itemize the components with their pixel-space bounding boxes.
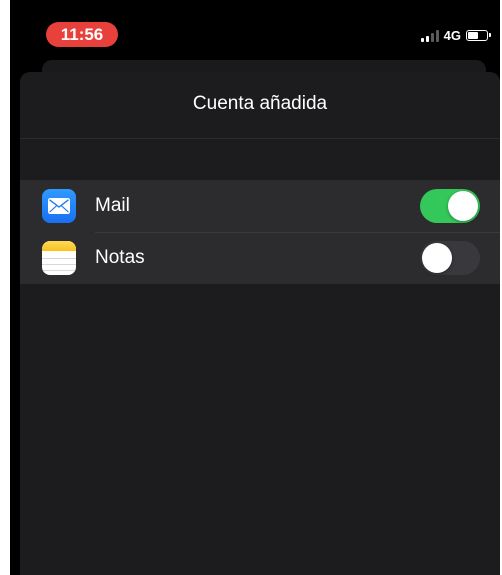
network-type: 4G <box>443 27 461 43</box>
mail-icon <box>42 189 76 223</box>
notes-toggle[interactable] <box>420 241 480 275</box>
notes-icon <box>42 241 76 275</box>
sheet-header: Cuenta añadida <box>20 72 500 139</box>
mail-toggle[interactable] <box>420 189 480 223</box>
phone-screen: 11:56 4G Cuenta añadida Mail Notas <box>10 0 500 575</box>
apps-toggle-group: Mail Notas <box>20 180 500 284</box>
app-row-notes: Notas <box>20 232 500 284</box>
app-row-mail: Mail <box>20 180 500 232</box>
battery-fill <box>468 31 478 39</box>
signal-bar <box>435 29 439 42</box>
notes-header-band <box>42 241 76 251</box>
status-indicators: 4G <box>420 27 491 43</box>
sheet-title: Cuenta añadida <box>192 93 328 114</box>
signal-bar <box>430 32 434 42</box>
status-time[interactable]: 11:56 <box>46 22 118 47</box>
envelope-icon <box>48 198 70 214</box>
app-label-notes: Notas <box>95 247 145 268</box>
notes-line <box>42 258 76 259</box>
toggle-knob <box>448 191 478 221</box>
signal-bar <box>425 35 429 42</box>
app-label-mail: Mail <box>95 195 130 216</box>
cellular-signal-icon <box>420 29 439 42</box>
notes-line <box>42 270 76 271</box>
toggle-knob <box>422 243 452 273</box>
account-added-sheet: Cuenta añadida Mail Notas <box>20 72 500 575</box>
battery-icon <box>466 29 491 41</box>
signal-bar <box>420 37 424 42</box>
notes-line <box>42 264 76 265</box>
